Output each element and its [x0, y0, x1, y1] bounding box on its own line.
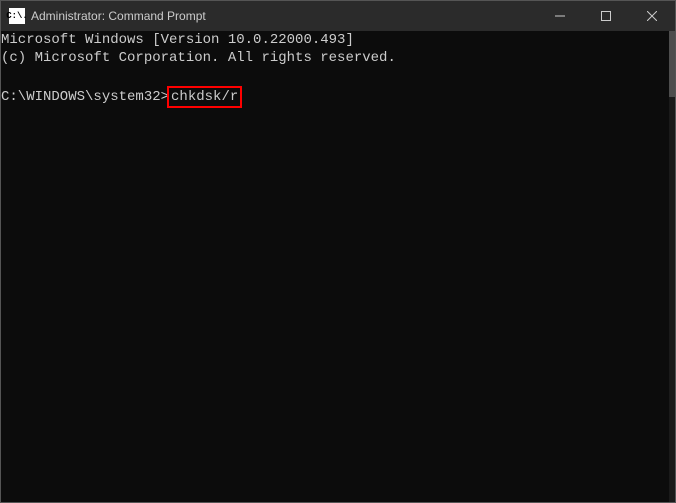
titlebar[interactable]: C:\. Administrator: Command Prompt — [1, 1, 675, 31]
command-prompt-window: C:\. Administrator: Command Prompt Micro… — [0, 0, 676, 503]
minimize-icon — [555, 11, 565, 21]
copyright-line: (c) Microsoft Corporation. All rights re… — [1, 49, 669, 67]
maximize-icon — [601, 11, 611, 21]
window-title: Administrator: Command Prompt — [31, 9, 537, 23]
window-controls — [537, 1, 675, 31]
minimize-button[interactable] — [537, 1, 583, 31]
prompt-line: C:\WINDOWS\system32>chkdsk/r — [1, 86, 669, 108]
terminal-content: Microsoft Windows [Version 10.0.22000.49… — [1, 31, 669, 108]
app-icon: C:\. — [9, 8, 25, 24]
terminal-area[interactable]: Microsoft Windows [Version 10.0.22000.49… — [1, 31, 675, 502]
version-line: Microsoft Windows [Version 10.0.22000.49… — [1, 31, 669, 49]
command-highlight: chkdsk/r — [167, 86, 242, 108]
prompt-path: C:\WINDOWS\system32> — [1, 89, 169, 105]
close-button[interactable] — [629, 1, 675, 31]
maximize-button[interactable] — [583, 1, 629, 31]
scrollbar-thumb[interactable] — [669, 31, 675, 97]
scrollbar[interactable] — [669, 31, 675, 502]
close-icon — [647, 11, 657, 21]
command-text: chkdsk/r — [171, 89, 238, 105]
blank-line — [1, 67, 669, 85]
